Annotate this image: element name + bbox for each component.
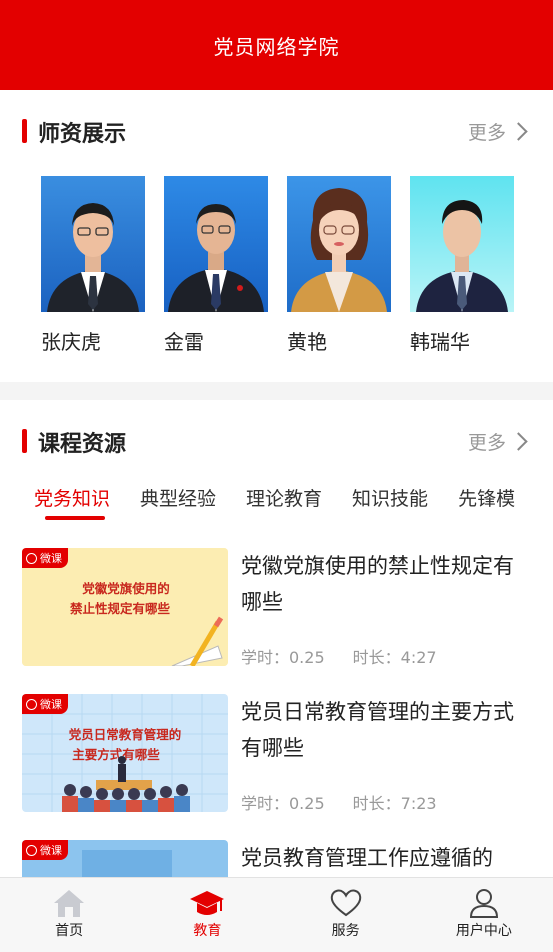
course-title: 党徽党旗使用的禁止性规定有哪些 bbox=[241, 554, 514, 614]
chevron-right-icon bbox=[509, 432, 528, 451]
thumb-text-line: 党员日常教育管理的 bbox=[69, 727, 182, 742]
thumb-text-line: 主要方式有哪些 bbox=[72, 747, 160, 762]
teacher-name: 韩瑞华 bbox=[410, 330, 470, 354]
section-accent-bar bbox=[22, 429, 27, 453]
active-tab-indicator bbox=[45, 516, 105, 520]
section-accent-bar bbox=[22, 119, 27, 143]
teacher-list: 张庆虎 金雷 黄艳 韩瑞华 bbox=[41, 176, 514, 355]
teacher-photo bbox=[287, 176, 391, 312]
course-duration: 时长：7:23 bbox=[352, 794, 437, 813]
teachers-more-link[interactable]: 更多 bbox=[467, 118, 528, 145]
teacher-name: 黄艳 bbox=[287, 330, 327, 354]
page-title: 党员网络学院 bbox=[213, 35, 340, 59]
nav-label: 用户中心 bbox=[455, 923, 512, 939]
more-label: 更多 bbox=[467, 122, 506, 144]
course-title: 党员教育管理工作应遵循的 bbox=[241, 846, 493, 870]
teacher-photo bbox=[41, 176, 145, 312]
nav-label: 服务 bbox=[331, 923, 360, 939]
top-bar: 党员网络学院 bbox=[0, 0, 553, 90]
tab-pioneer-models[interactable]: 先锋模 bbox=[458, 484, 515, 511]
thumb-text-line: 禁止性规定有哪些 bbox=[70, 601, 171, 616]
teachers-section-header: 师资展示 更多 bbox=[0, 90, 553, 172]
pin-icon bbox=[26, 844, 37, 856]
micro-course-badge: 微课 bbox=[22, 694, 68, 714]
courses-section-header: 课程资源 更多 bbox=[0, 400, 553, 482]
course-title: 党员日常教育管理的主要方式有哪些 bbox=[241, 700, 514, 760]
course-item[interactable]: 党徽党旗使用的 禁止性规定有哪些 微课 党徽党旗使用的禁止性规定有哪些 学时：0… bbox=[22, 548, 532, 668]
pin-icon bbox=[26, 552, 37, 564]
course-thumbnail: 党徽党旗使用的 禁止性规定有哪些 微课 bbox=[22, 548, 228, 666]
tab-theory-education[interactable]: 理论教育 bbox=[246, 484, 322, 511]
teacher-photo bbox=[410, 176, 514, 312]
badge-label: 微课 bbox=[40, 698, 62, 711]
nav-label: 首页 bbox=[55, 923, 84, 939]
teacher-photo bbox=[164, 176, 268, 312]
course-item[interactable]: 党员日常教育管理的 主要方式有哪些 微课 党员日常教育管理的主要方式有哪些 学时… bbox=[22, 694, 532, 814]
course-hours: 学时：0.25 bbox=[241, 794, 325, 813]
badge-label: 微课 bbox=[40, 552, 62, 565]
teacher-name: 张庆虎 bbox=[41, 330, 101, 354]
tab-party-affairs[interactable]: 党务知识 bbox=[34, 484, 110, 511]
app-screen: 党员网络学院 师资展示 更多 张庆虎 金雷 黄艳 韩瑞华 课程资源 更多 党务知… bbox=[0, 0, 553, 952]
teacher-card[interactable]: 张庆虎 bbox=[41, 176, 145, 355]
pin-icon bbox=[26, 698, 37, 710]
chevron-right-icon bbox=[509, 122, 528, 141]
teacher-card[interactable]: 韩瑞华 bbox=[410, 176, 514, 355]
nav-home[interactable]: 首页 bbox=[0, 878, 138, 952]
user-icon bbox=[469, 889, 498, 918]
nav-user-center[interactable]: 用户中心 bbox=[415, 878, 553, 952]
courses-more-link[interactable]: 更多 bbox=[467, 428, 528, 455]
category-tabs: 党务知识 典型经验 理论教育 知识技能 先锋模 bbox=[34, 484, 515, 511]
teacher-card[interactable]: 金雷 bbox=[164, 176, 268, 355]
course-thumbnail: 微课 bbox=[22, 840, 228, 880]
nav-service[interactable]: 服务 bbox=[277, 878, 415, 952]
course-duration: 时长：4:27 bbox=[352, 648, 437, 667]
course-item[interactable]: 微课 党员教育管理工作应遵循的 bbox=[22, 840, 532, 880]
badge-label: 微课 bbox=[40, 844, 62, 857]
course-meta: 学时：0.25 时长：4:27 bbox=[241, 644, 437, 668]
courses-section: 课程资源 更多 党务知识 典型经验 理论教育 知识技能 先锋模 党徽党旗使用的 … bbox=[0, 400, 553, 880]
courses-section-title: 课程资源 bbox=[38, 432, 127, 457]
course-hours: 学时：0.25 bbox=[241, 648, 325, 667]
thumb-text-line: 党徽党旗使用的 bbox=[82, 581, 170, 596]
course-meta: 学时：0.25 时长：7:23 bbox=[241, 790, 437, 814]
micro-course-badge: 微课 bbox=[22, 840, 68, 860]
heart-icon bbox=[330, 889, 361, 917]
nav-education[interactable]: 教育 bbox=[138, 878, 276, 952]
home-icon bbox=[54, 890, 85, 917]
more-label: 更多 bbox=[467, 432, 506, 454]
teacher-name: 金雷 bbox=[164, 330, 204, 354]
teachers-section: 师资展示 更多 张庆虎 金雷 黄艳 韩瑞华 bbox=[0, 90, 553, 382]
micro-course-badge: 微课 bbox=[22, 548, 68, 568]
tab-knowledge-skills[interactable]: 知识技能 bbox=[352, 484, 428, 511]
bottom-nav: 首页 教育 服务 用户中心 bbox=[0, 877, 553, 952]
teachers-section-title: 师资展示 bbox=[38, 122, 127, 147]
nav-label: 教育 bbox=[193, 923, 222, 939]
teacher-card[interactable]: 黄艳 bbox=[287, 176, 391, 355]
graduation-cap-icon bbox=[190, 891, 225, 915]
tab-typical-experience[interactable]: 典型经验 bbox=[140, 484, 216, 511]
course-thumbnail: 党员日常教育管理的 主要方式有哪些 微课 bbox=[22, 694, 228, 812]
